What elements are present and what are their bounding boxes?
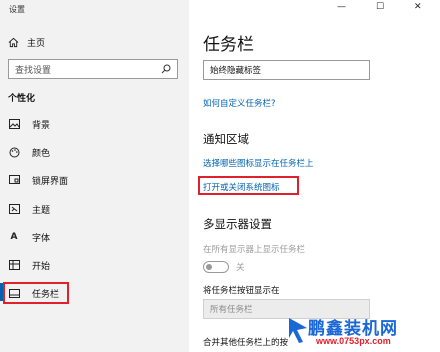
home-link[interactable]: 主页	[8, 36, 45, 49]
home-icon	[8, 37, 19, 48]
sidebar-item-lockscreen[interactable]: 锁屏界面	[0, 167, 189, 193]
watermark-url: www.0753px.com	[316, 336, 391, 346]
notify-heading: 通知区域	[203, 132, 249, 146]
multi-display-heading: 多显示器设置	[203, 217, 272, 231]
close-button[interactable]: ✕	[414, 2, 422, 12]
picture-icon	[8, 118, 20, 130]
dropdown-value: 所有任务栏	[210, 305, 253, 315]
window-title: 设置	[9, 5, 25, 14]
main-panel: — ☐ ✕ 任务栏 始终隐藏标签 如何自定义任务栏? 通知区域 选择哪些图标显示…	[189, 0, 440, 352]
sidebar-item-label: 锁屏界面	[32, 176, 69, 187]
sidebar-item-colors[interactable]: 颜色	[0, 139, 189, 165]
theme-icon	[8, 203, 20, 215]
highlight-box-system-icons	[198, 176, 299, 195]
show-all-displays-toggle[interactable]	[203, 261, 229, 273]
watermark-logo-icon	[289, 318, 307, 343]
sidebar-item-themes[interactable]: 主题	[0, 196, 189, 222]
sidebar-item-label: 开始	[32, 261, 51, 272]
search-icon	[161, 64, 171, 74]
buttons-display-label: 将任务栏按钮显示在	[203, 286, 280, 296]
section-heading: 个性化	[8, 94, 36, 104]
minimize-button[interactable]: —	[337, 2, 346, 12]
page-title: 任务栏	[203, 35, 254, 55]
customize-link[interactable]: 如何自定义任务栏?	[203, 97, 276, 109]
lock-screen-icon	[8, 174, 20, 186]
start-icon	[8, 259, 20, 271]
search-input[interactable]: 查找设置	[8, 59, 178, 79]
sidebar-item-start[interactable]: 开始	[0, 252, 189, 278]
toggle-knob	[206, 263, 212, 270]
toggle-state-label: 关	[236, 263, 245, 273]
search-placeholder: 查找设置	[15, 65, 52, 76]
sidebar-item-label: 颜色	[32, 148, 51, 159]
sidebar: 设置 主页 查找设置 个性化 背景 颜色 锁屏界面 主题 A 字体 开始 任务栏	[0, 0, 189, 352]
select-icons-link[interactable]: 选择哪些图标显示在任务栏上	[203, 157, 314, 169]
sidebar-item-label: 主题	[32, 205, 51, 216]
merge-buttons-label: 合并其他任务栏上的按	[203, 338, 289, 348]
sidebar-item-label: 字体	[32, 233, 51, 244]
sidebar-item-fonts[interactable]: A 字体	[0, 224, 189, 250]
sidebar-item-label: 背景	[32, 120, 51, 131]
home-label: 主页	[27, 39, 46, 49]
palette-icon	[8, 146, 20, 158]
dropdown-value: 始终隐藏标签	[210, 66, 262, 76]
highlight-box-taskbar	[3, 282, 69, 304]
sidebar-item-background[interactable]: 背景	[0, 111, 189, 137]
combine-buttons-dropdown[interactable]: 始终隐藏标签	[203, 60, 370, 80]
maximize-button[interactable]: ☐	[376, 2, 384, 12]
font-icon: A	[10, 232, 18, 242]
show-all-displays-label: 在所有显示器上显示任务栏	[203, 245, 306, 255]
